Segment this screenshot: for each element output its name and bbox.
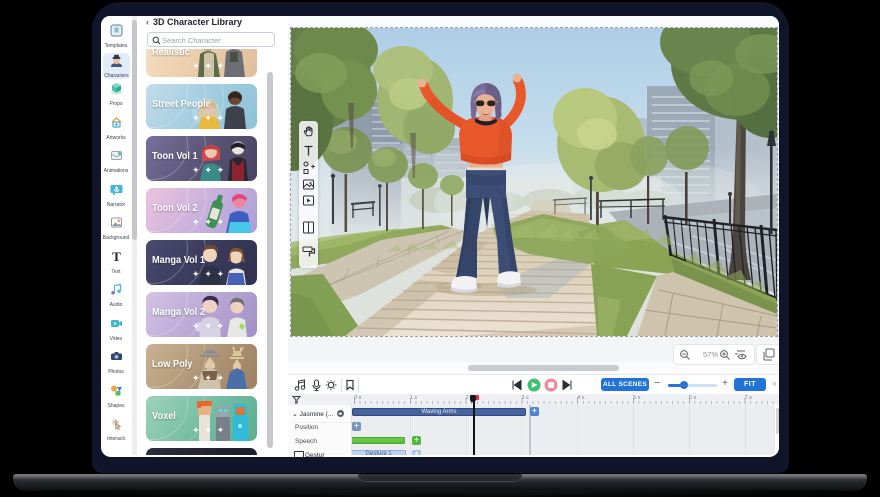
- svg-text:57%: 57%: [703, 350, 718, 359]
- svg-text:T: T: [112, 250, 121, 263]
